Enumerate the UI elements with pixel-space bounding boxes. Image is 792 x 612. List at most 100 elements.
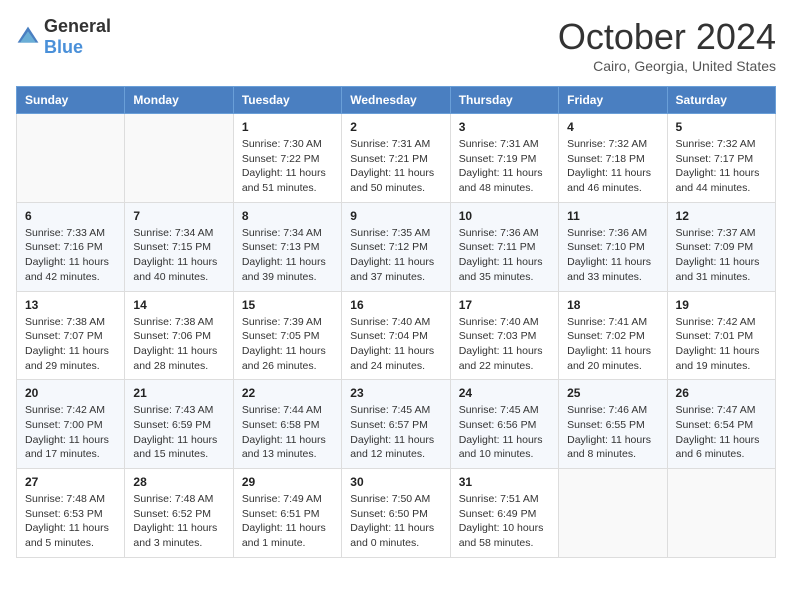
day-info: Sunrise: 7:43 AMSunset: 6:59 PMDaylight:… (133, 403, 224, 462)
day-info: Sunrise: 7:45 AMSunset: 6:57 PMDaylight:… (350, 403, 441, 462)
day-info: Sunrise: 7:30 AMSunset: 7:22 PMDaylight:… (242, 137, 333, 196)
calendar-cell: 27Sunrise: 7:48 AMSunset: 6:53 PMDayligh… (17, 469, 125, 558)
weekday-header-friday: Friday (559, 87, 667, 114)
day-number: 13 (25, 298, 116, 312)
day-number: 17 (459, 298, 550, 312)
calendar-cell: 13Sunrise: 7:38 AMSunset: 7:07 PMDayligh… (17, 291, 125, 380)
day-number: 4 (567, 120, 658, 134)
day-number: 9 (350, 209, 441, 223)
logo-general: General (44, 16, 111, 36)
day-info: Sunrise: 7:42 AMSunset: 7:00 PMDaylight:… (25, 403, 116, 462)
logo-blue: Blue (44, 37, 83, 57)
day-number: 29 (242, 475, 333, 489)
day-info: Sunrise: 7:50 AMSunset: 6:50 PMDaylight:… (350, 492, 441, 551)
calendar-cell: 12Sunrise: 7:37 AMSunset: 7:09 PMDayligh… (667, 202, 775, 291)
day-info: Sunrise: 7:31 AMSunset: 7:21 PMDaylight:… (350, 137, 441, 196)
day-number: 30 (350, 475, 441, 489)
calendar-week-row: 20 Sunrise: 7:42 AMSunset: 7:00 PMDayligh… (17, 380, 776, 469)
day-number: 19 (676, 298, 767, 312)
day-info: Sunrise: 7:35 AMSunset: 7:12 PMDaylight:… (350, 226, 441, 285)
day-number: 10 (459, 209, 550, 223)
day-number: 15 (242, 298, 333, 312)
day-number: 1 (242, 120, 333, 134)
calendar-cell (17, 114, 125, 203)
day-number: 24 (459, 386, 550, 400)
calendar-cell: 3 Sunrise: 7:31 AMSunset: 7:19 PMDaylight… (450, 114, 558, 203)
day-info: Sunrise: 7:37 AMSunset: 7:09 PMDaylight:… (676, 226, 767, 285)
day-number: 25 (567, 386, 658, 400)
day-info: Sunrise: 7:31 AMSunset: 7:19 PMDaylight:… (459, 137, 550, 196)
day-info: Sunrise: 7:32 AMSunset: 7:18 PMDaylight:… (567, 137, 658, 196)
calendar-cell: 31Sunrise: 7:51 AMSunset: 6:49 PMDayligh… (450, 469, 558, 558)
day-number: 22 (242, 386, 333, 400)
month-title: October 2024 (558, 16, 776, 58)
calendar-cell: 7 Sunrise: 7:34 AMSunset: 7:15 PMDaylight… (125, 202, 233, 291)
day-info: Sunrise: 7:36 AMSunset: 7:10 PMDaylight:… (567, 226, 658, 285)
calendar-cell: 22Sunrise: 7:44 AMSunset: 6:58 PMDayligh… (233, 380, 341, 469)
day-info: Sunrise: 7:34 AMSunset: 7:13 PMDaylight:… (242, 226, 333, 285)
day-info: Sunrise: 7:42 AMSunset: 7:01 PMDaylight:… (676, 315, 767, 374)
calendar-cell: 11 Sunrise: 7:36 AMSunset: 7:10 PMDayligh… (559, 202, 667, 291)
calendar-cell: 29 Sunrise: 7:49 AMSunset: 6:51 PMDayligh… (233, 469, 341, 558)
day-number: 18 (567, 298, 658, 312)
calendar-cell: 25 Sunrise: 7:46 AMSunset: 6:55 PMDayligh… (559, 380, 667, 469)
calendar-cell: 14Sunrise: 7:38 AMSunset: 7:06 PMDayligh… (125, 291, 233, 380)
weekday-header-saturday: Saturday (667, 87, 775, 114)
calendar-cell: 28 Sunrise: 7:48 AMSunset: 6:52 PMDayligh… (125, 469, 233, 558)
weekday-header-wednesday: Wednesday (342, 87, 450, 114)
location-text: Cairo, Georgia, United States (558, 58, 776, 74)
calendar-week-row: 13Sunrise: 7:38 AMSunset: 7:07 PMDayligh… (17, 291, 776, 380)
day-number: 6 (25, 209, 116, 223)
calendar-cell: 24 Sunrise: 7:45 AMSunset: 6:56 PMDayligh… (450, 380, 558, 469)
calendar-header-row: SundayMondayTuesdayWednesdayThursdayFrid… (17, 87, 776, 114)
calendar-week-row: 1 Sunrise: 7:30 AMSunset: 7:22 PMDaylight… (17, 114, 776, 203)
calendar-cell: 26Sunrise: 7:47 AMSunset: 6:54 PMDayligh… (667, 380, 775, 469)
day-number: 28 (133, 475, 224, 489)
day-number: 31 (459, 475, 550, 489)
calendar-cell (125, 114, 233, 203)
calendar-cell: 23 Sunrise: 7:45 AMSunset: 6:57 PMDayligh… (342, 380, 450, 469)
calendar-cell: 15Sunrise: 7:39 AMSunset: 7:05 PMDayligh… (233, 291, 341, 380)
weekday-header-thursday: Thursday (450, 87, 558, 114)
logo-text: General Blue (44, 16, 111, 58)
day-number: 27 (25, 475, 116, 489)
day-number: 7 (133, 209, 224, 223)
day-info: Sunrise: 7:48 AMSunset: 6:52 PMDaylight:… (133, 492, 224, 551)
calendar-cell: 2 Sunrise: 7:31 AMSunset: 7:21 PMDaylight… (342, 114, 450, 203)
calendar-week-row: 6Sunrise: 7:33 AMSunset: 7:16 PMDaylight… (17, 202, 776, 291)
calendar-cell: 19 Sunrise: 7:42 AMSunset: 7:01 PMDayligh… (667, 291, 775, 380)
calendar-cell (667, 469, 775, 558)
day-info: Sunrise: 7:36 AMSunset: 7:11 PMDaylight:… (459, 226, 550, 285)
day-info: Sunrise: 7:49 AMSunset: 6:51 PMDaylight:… (242, 492, 333, 551)
weekday-header-monday: Monday (125, 87, 233, 114)
calendar-cell: 30 Sunrise: 7:50 AMSunset: 6:50 PMDayligh… (342, 469, 450, 558)
day-info: Sunrise: 7:32 AMSunset: 7:17 PMDaylight:… (676, 137, 767, 196)
day-info: Sunrise: 7:45 AMSunset: 6:56 PMDaylight:… (459, 403, 550, 462)
day-info: Sunrise: 7:46 AMSunset: 6:55 PMDaylight:… (567, 403, 658, 462)
day-number: 3 (459, 120, 550, 134)
calendar-cell (559, 469, 667, 558)
day-number: 21 (133, 386, 224, 400)
logo-icon (16, 25, 40, 49)
calendar-cell: 9 Sunrise: 7:35 AMSunset: 7:12 PMDaylight… (342, 202, 450, 291)
day-number: 11 (567, 209, 658, 223)
day-info: Sunrise: 7:41 AMSunset: 7:02 PMDaylight:… (567, 315, 658, 374)
day-info: Sunrise: 7:34 AMSunset: 7:15 PMDaylight:… (133, 226, 224, 285)
day-info: Sunrise: 7:40 AMSunset: 7:03 PMDaylight:… (459, 315, 550, 374)
day-number: 20 (25, 386, 116, 400)
day-number: 23 (350, 386, 441, 400)
calendar-cell: 21 Sunrise: 7:43 AMSunset: 6:59 PMDayligh… (125, 380, 233, 469)
day-number: 26 (676, 386, 767, 400)
page-header: General Blue October 2024 Cairo, Georgia… (16, 16, 776, 74)
day-info: Sunrise: 7:38 AMSunset: 7:06 PMDaylight:… (133, 315, 224, 374)
day-number: 5 (676, 120, 767, 134)
weekday-header-sunday: Sunday (17, 87, 125, 114)
day-number: 8 (242, 209, 333, 223)
calendar-week-row: 27Sunrise: 7:48 AMSunset: 6:53 PMDayligh… (17, 469, 776, 558)
weekday-header-tuesday: Tuesday (233, 87, 341, 114)
calendar-cell: 5 Sunrise: 7:32 AMSunset: 7:17 PMDaylight… (667, 114, 775, 203)
day-number: 2 (350, 120, 441, 134)
calendar-cell: 16Sunrise: 7:40 AMSunset: 7:04 PMDayligh… (342, 291, 450, 380)
calendar-cell: 8 Sunrise: 7:34 AMSunset: 7:13 PMDaylight… (233, 202, 341, 291)
calendar-table: SundayMondayTuesdayWednesdayThursdayFrid… (16, 86, 776, 558)
